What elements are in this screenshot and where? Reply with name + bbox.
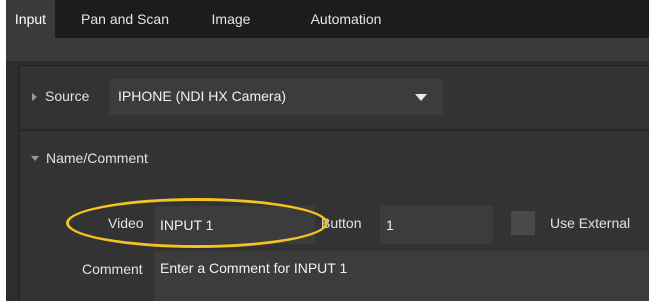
source-dropdown[interactable]: IPHONE (NDI HX Camera) — [110, 79, 443, 115]
source-label: Source — [45, 88, 90, 104]
video-label: Video — [108, 215, 144, 231]
name-comment-section-label: Name/Comment — [46, 150, 148, 166]
use-external-checkbox[interactable] — [511, 211, 535, 235]
expand-arrow-icon[interactable] — [32, 93, 37, 101]
video-name-input[interactable] — [154, 206, 315, 244]
comment-label: Comment — [82, 261, 143, 277]
use-external-label: Use External — [550, 215, 631, 231]
input-panel: Source IPHONE (NDI HX Camera) Name/Comme… — [6, 38, 649, 301]
tab-image[interactable]: Image — [191, 0, 271, 38]
button-name-input[interactable] — [380, 206, 493, 244]
tab-automation[interactable]: Automation — [291, 0, 401, 38]
source-selected-value: IPHONE (NDI HX Camera) — [118, 88, 287, 104]
chevron-down-icon — [415, 94, 427, 101]
comment-input[interactable] — [154, 251, 649, 301]
tab-bar: Input Pan and Scan Image Automation — [6, 0, 649, 38]
button-name-field[interactable] — [380, 206, 493, 244]
collapse-arrow-icon[interactable] — [31, 156, 39, 161]
input-config-window: Input Pan and Scan Image Automation Sour… — [0, 0, 653, 301]
name-comment-section: Name/Comment Video Button Use External C… — [19, 130, 649, 301]
panel-header-strip — [6, 38, 649, 61]
video-name-field[interactable] — [154, 206, 315, 244]
comment-field[interactable] — [154, 251, 649, 301]
tab-pan-and-scan[interactable]: Pan and Scan — [70, 0, 180, 38]
button-label: Button — [321, 215, 362, 231]
tab-input[interactable]: Input — [6, 0, 55, 38]
source-section: Source IPHONE (NDI HX Camera) — [19, 65, 649, 128]
